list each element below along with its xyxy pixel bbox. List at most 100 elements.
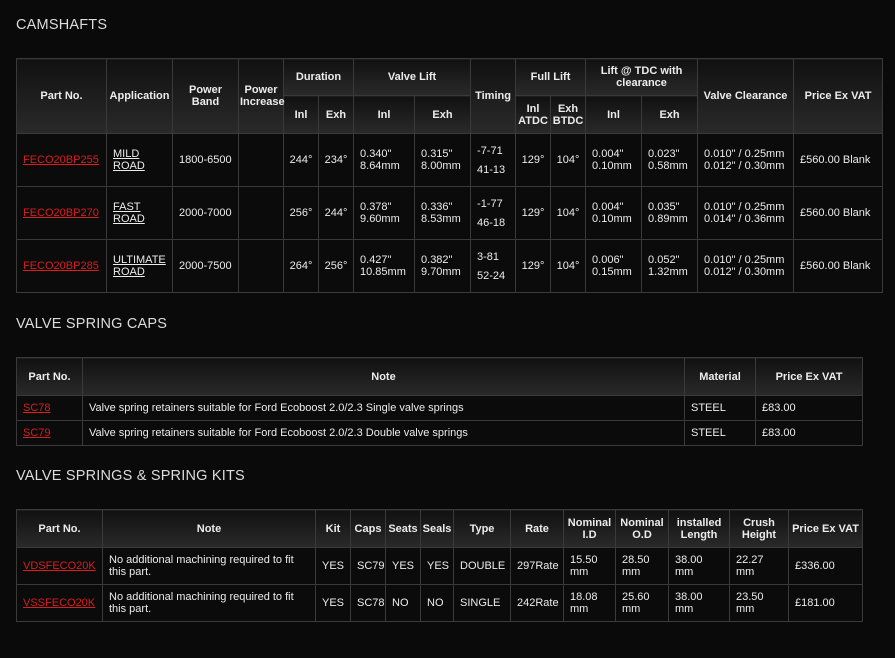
lift-inl-mm: 9.60mm — [360, 213, 400, 225]
col-tdc-exh: Exh — [641, 95, 699, 134]
lift-exh-mm: 8.53mm — [421, 213, 461, 225]
col-duration-exh: Exh — [317, 95, 355, 134]
camshafts-title: CAMSHAFTS — [16, 17, 108, 33]
col-nominal-od: Nominal O.D — [615, 509, 669, 548]
clearance-2: 0.012" / 0.30mm — [704, 266, 785, 278]
col-full-lift: Full Lift — [515, 58, 587, 96]
part-link[interactable]: SC79 — [23, 427, 51, 439]
tdc-inl-mm: 0.10mm — [592, 213, 632, 225]
power-increase — [238, 133, 284, 187]
seals: YES — [420, 547, 454, 585]
col-full-inl-atdc: Inl ATDC — [515, 95, 552, 134]
duration-exh: 234° — [317, 133, 355, 187]
seats: YES — [385, 547, 421, 585]
clearance-2: 0.012" / 0.30mm — [704, 160, 785, 172]
clearance-2: 0.014" / 0.36mm — [704, 213, 785, 225]
springs-table: Part No. Note Kit Caps Seats Seals Type … — [16, 509, 863, 622]
application-text: FAST — [113, 201, 141, 213]
col-price: Price Ex VAT — [755, 357, 863, 396]
clearance-1: 0.010" / 0.25mm — [704, 254, 785, 266]
seals: NO — [420, 584, 454, 622]
col-seals: Seals — [420, 509, 454, 548]
col-price: Price Ex VAT — [788, 509, 863, 548]
duration-exh: 244° — [317, 186, 355, 240]
timing-2: 52-24 — [477, 269, 506, 282]
col-power-increase: Power Increase — [238, 58, 285, 134]
tdc-exh-in: 0.052" — [648, 254, 680, 266]
lift-inl-in: 0.340" — [360, 148, 392, 160]
installed-length: 38.00 mm — [668, 547, 730, 585]
nominal-od: 25.60 mm — [615, 584, 669, 622]
application-text: MILD — [113, 148, 140, 160]
lift-exh-mm: 8.00mm — [421, 160, 461, 172]
kit: YES — [315, 584, 351, 622]
caps: SC79 — [350, 547, 386, 585]
price: £83.00 — [755, 395, 863, 421]
price: £560.00 Blank — [793, 239, 884, 293]
tdc-exh-mm: 1.32mm — [648, 266, 688, 278]
full-lift-inl: 129° — [515, 186, 552, 240]
col-rate: Rate — [510, 509, 564, 548]
tdc-exh-mm: 0.58mm — [648, 160, 688, 172]
lift-exh-in: 0.315" — [421, 148, 453, 160]
application-text: ROAD — [113, 160, 145, 172]
part-link[interactable]: SC78 — [23, 402, 51, 414]
tdc-inl-in: 0.004" — [592, 148, 624, 160]
col-note: Note — [102, 509, 316, 548]
part-link[interactable]: FECO20BP285 — [23, 260, 99, 272]
full-lift-exh: 104° — [550, 239, 587, 293]
price: £83.00 — [755, 420, 863, 446]
lift-exh-mm: 9.70mm — [421, 266, 461, 278]
col-part-no: Part No. — [16, 509, 103, 548]
full-lift-exh: 104° — [550, 133, 587, 187]
duration-inl: 256° — [283, 186, 319, 240]
part-link[interactable]: FECO20BP255 — [23, 154, 99, 166]
material: STEEL — [684, 420, 756, 446]
table-row: FECO20BP255 MILD ROAD 1800-6500 244° 234°… — [16, 133, 884, 187]
part-link[interactable]: FECO20BP270 — [23, 207, 99, 219]
part-link[interactable]: VDSFECO20K — [23, 560, 96, 572]
table-row: SC78 Valve spring retainers suitable for… — [16, 395, 863, 421]
table-row: SC79 Valve spring retainers suitable for… — [16, 420, 863, 446]
clearance-1: 0.010" / 0.25mm — [704, 201, 785, 213]
table-row: FECO20BP285 ULTIMATE ROAD 2000-7500 264° … — [16, 239, 884, 293]
col-type: Type — [453, 509, 511, 548]
tdc-inl-in: 0.006" — [592, 254, 624, 266]
springs-title: VALVE SPRINGS & SPRING KITS — [16, 468, 245, 484]
col-seats: Seats — [385, 509, 421, 548]
nominal-id: 15.50 mm — [563, 547, 616, 585]
type: SINGLE — [453, 584, 511, 622]
col-part-no: Part No. — [16, 58, 107, 134]
note: Valve spring retainers suitable for Ford… — [82, 420, 685, 446]
application-text: ROAD — [113, 213, 145, 225]
nominal-od: 28.50 mm — [615, 547, 669, 585]
tdc-exh-in: 0.035" — [648, 201, 680, 213]
table-row: FECO20BP270 FAST ROAD 2000-7000 256° 244°… — [16, 186, 884, 240]
seats: NO — [385, 584, 421, 622]
caps: SC78 — [350, 584, 386, 622]
lift-inl-mm: 8.64mm — [360, 160, 400, 172]
price: £560.00 Blank — [793, 186, 884, 240]
col-part-no: Part No. — [16, 357, 83, 396]
col-valve-lift: Valve Lift — [353, 58, 472, 96]
price: £336.00 — [788, 547, 863, 585]
power-increase — [238, 239, 284, 293]
lift-exh-in: 0.382" — [421, 254, 453, 266]
part-link[interactable]: VSSFECO20K — [23, 597, 95, 609]
full-lift-inl: 129° — [515, 133, 552, 187]
nominal-id: 18.08 mm — [563, 584, 616, 622]
duration-inl: 264° — [283, 239, 319, 293]
rate: 297Rate — [510, 547, 564, 585]
col-crush-height: Crush Height — [729, 509, 789, 548]
col-lift-exh: Exh — [414, 95, 472, 134]
power-band: 2000-7000 — [172, 186, 239, 240]
note: No additional machining required to fit … — [102, 547, 316, 585]
table-row: VSSFECO20K No additional machining requi… — [16, 584, 863, 622]
tdc-exh-mm: 0.89mm — [648, 213, 688, 225]
full-lift-inl: 129° — [515, 239, 552, 293]
rate: 242Rate — [510, 584, 564, 622]
tdc-inl-mm: 0.10mm — [592, 160, 632, 172]
power-increase — [238, 186, 284, 240]
tdc-exh-in: 0.023" — [648, 148, 680, 160]
tdc-inl-in: 0.004" — [592, 201, 624, 213]
